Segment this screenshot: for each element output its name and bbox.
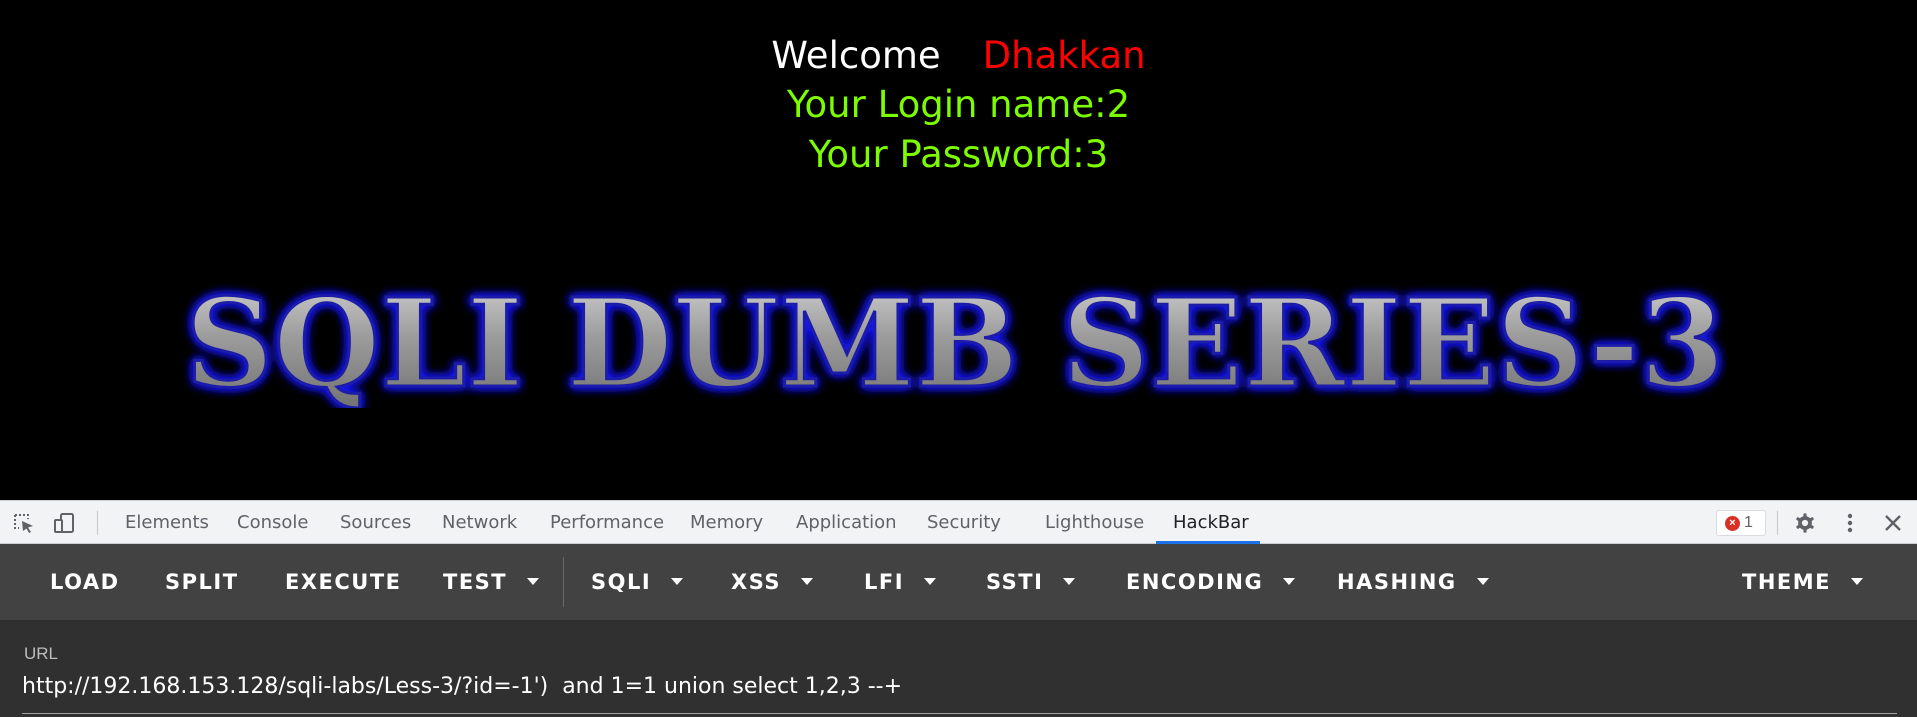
chevron-down-icon xyxy=(1851,578,1863,585)
tab-lighthouse[interactable]: Lighthouse xyxy=(1045,501,1144,544)
settings-gear-icon[interactable] xyxy=(1793,512,1817,534)
devtools-tabbar: Elements Console Sources Network Perform… xyxy=(0,500,1917,544)
load-button[interactable]: LOAD xyxy=(50,544,120,620)
hashing-label: HASHING xyxy=(1337,570,1457,594)
chevron-down-icon xyxy=(527,578,540,585)
welcome-username: Dhakkan xyxy=(982,34,1146,77)
encoding-dropdown[interactable]: ENCODING xyxy=(1126,544,1296,620)
test-dropdown[interactable]: TEST xyxy=(443,544,540,620)
url-input[interactable] xyxy=(22,670,1892,704)
sqli-label: SQLI xyxy=(591,570,652,594)
inspect-element-icon[interactable] xyxy=(12,512,36,534)
chevron-down-icon xyxy=(671,578,684,585)
theme-dropdown[interactable]: THEME xyxy=(1742,544,1863,620)
tab-console[interactable]: Console xyxy=(237,501,308,544)
banner-text: SQLI DUMB SERIES-3 xyxy=(185,271,1725,408)
encoding-label: ENCODING xyxy=(1126,570,1264,594)
tab-hackbar[interactable]: HackBar xyxy=(1173,501,1249,544)
password-line: Your Password:3 xyxy=(808,133,1109,176)
tab-memory[interactable]: Memory xyxy=(690,501,763,544)
execute-label: EXECUTE xyxy=(285,570,402,594)
tab-elements[interactable]: Elements xyxy=(125,501,209,544)
device-toolbar-icon[interactable] xyxy=(52,512,76,534)
url-input-underline xyxy=(22,713,1897,714)
lfi-dropdown[interactable]: LFI xyxy=(864,544,937,620)
ssti-label: SSTI xyxy=(986,570,1044,594)
tabbar-separator xyxy=(1777,511,1778,535)
tab-security[interactable]: Security xyxy=(927,501,1001,544)
theme-label: THEME xyxy=(1742,570,1831,594)
split-button[interactable]: SPLIT xyxy=(165,544,239,620)
sqli-dropdown[interactable]: SQLI xyxy=(591,544,684,620)
welcome-line: Welcome Dhakkan xyxy=(0,31,1917,81)
tabbar-separator xyxy=(97,511,98,535)
toolbar-divider xyxy=(563,557,564,607)
tab-application[interactable]: Application xyxy=(796,501,897,544)
tab-network[interactable]: Network xyxy=(442,501,517,544)
tab-sources[interactable]: Sources xyxy=(340,501,411,544)
lfi-label: LFI xyxy=(864,570,905,594)
welcome-label: Welcome xyxy=(771,34,941,77)
error-count-badge[interactable]: × 1 xyxy=(1716,510,1766,536)
sqli-dumb-series-banner: SQLI DUMB SERIES-3 xyxy=(184,270,1727,409)
login-name-line: Your Login name:2 xyxy=(786,83,1131,126)
chevron-down-icon xyxy=(924,578,937,585)
xss-dropdown[interactable]: XSS xyxy=(731,544,813,620)
more-vertical-icon[interactable] xyxy=(1838,512,1862,534)
xss-label: XSS xyxy=(731,570,781,594)
error-icon: × xyxy=(1725,516,1740,531)
hashing-dropdown[interactable]: HASHING xyxy=(1337,544,1489,620)
url-panel: URL xyxy=(0,620,1917,717)
split-label: SPLIT xyxy=(165,570,239,594)
chevron-down-icon xyxy=(801,578,813,585)
error-count: 1 xyxy=(1744,514,1753,531)
chevron-down-icon xyxy=(1476,578,1489,585)
test-label: TEST xyxy=(443,570,508,594)
url-label: URL xyxy=(24,644,59,663)
page-viewport: Welcome Dhakkan Your Login name:2 Your Pa… xyxy=(0,0,1917,500)
tab-performance[interactable]: Performance xyxy=(550,501,664,544)
load-label: LOAD xyxy=(50,570,120,594)
close-icon[interactable] xyxy=(1881,512,1905,534)
ssti-dropdown[interactable]: SSTI xyxy=(986,544,1076,620)
chevron-down-icon xyxy=(1063,578,1076,585)
hackbar-toolbar: LOAD SPLIT EXECUTE TEST SQLI XSS LFI SST… xyxy=(0,544,1917,620)
chevron-down-icon xyxy=(1283,578,1296,585)
execute-button[interactable]: EXECUTE xyxy=(285,544,402,620)
devtools-panel: Elements Console Sources Network Perform… xyxy=(0,500,1917,717)
